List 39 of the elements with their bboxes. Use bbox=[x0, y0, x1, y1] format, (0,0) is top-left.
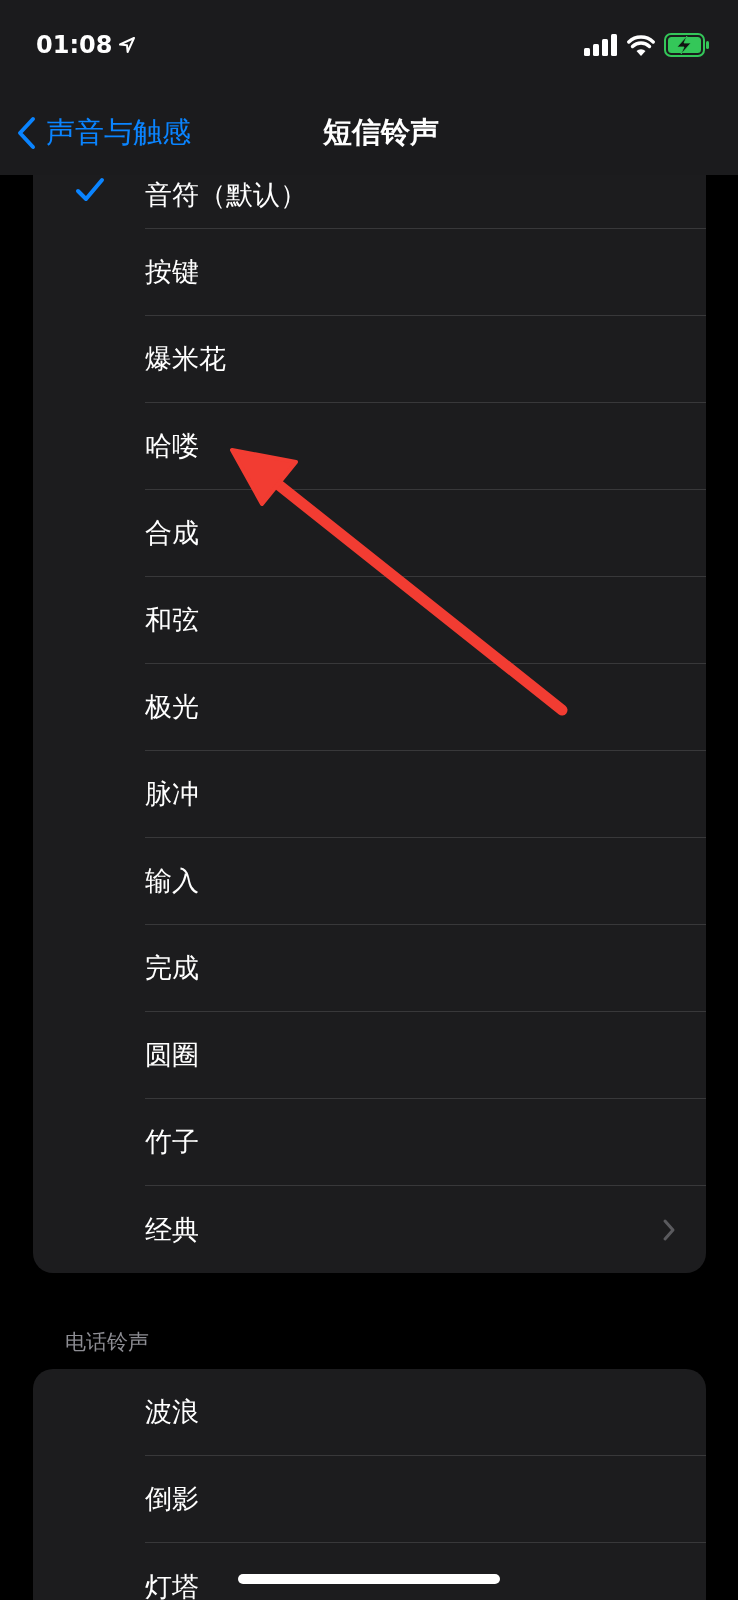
tone-row[interactable]: 灯塔 bbox=[33, 1543, 706, 1600]
tone-label: 倒影 bbox=[145, 1482, 199, 1516]
tone-row[interactable]: 极光 bbox=[33, 664, 706, 751]
tone-row[interactable]: 输入 bbox=[33, 838, 706, 925]
tone-label: 合成 bbox=[145, 516, 199, 550]
tone-row[interactable]: 圆圈 bbox=[33, 1012, 706, 1099]
tone-row[interactable]: 经典 bbox=[33, 1186, 706, 1273]
tone-label: 爆米花 bbox=[145, 342, 226, 376]
back-chevron-icon bbox=[16, 115, 36, 150]
tone-label: 灯塔 bbox=[145, 1569, 199, 1600]
back-button[interactable]: 声音与触感 bbox=[0, 112, 191, 153]
tone-row[interactable]: 倒影 bbox=[33, 1456, 706, 1543]
tone-row[interactable]: 爆米花 bbox=[33, 316, 706, 403]
tone-row[interactable]: 脉冲 bbox=[33, 751, 706, 838]
tone-label: 和弦 bbox=[145, 603, 199, 637]
status-time: 01:08 bbox=[36, 31, 113, 59]
tone-label: 哈喽 bbox=[145, 429, 199, 463]
tone-row[interactable]: 完成 bbox=[33, 925, 706, 1012]
tone-row[interactable]: 竹子 bbox=[33, 1099, 706, 1186]
tone-label: 完成 bbox=[145, 951, 199, 985]
tone-label: 按键 bbox=[145, 255, 199, 289]
tone-label: 极光 bbox=[145, 690, 199, 724]
chevron-right-icon bbox=[662, 1217, 676, 1242]
tone-label: 输入 bbox=[145, 864, 199, 898]
tone-label: 脉冲 bbox=[145, 777, 199, 811]
signal-icon bbox=[584, 34, 618, 56]
section-header: 电话铃声 bbox=[64, 1329, 150, 1356]
nav-title: 短信铃声 bbox=[323, 113, 439, 151]
tone-row[interactable]: 按键 bbox=[33, 229, 706, 316]
location-arrow-icon bbox=[118, 36, 137, 54]
tone-row[interactable]: 波浪 bbox=[33, 1369, 706, 1456]
wifi-icon bbox=[627, 34, 655, 56]
battery-charging-icon bbox=[664, 33, 710, 57]
tone-row[interactable]: 和弦 bbox=[33, 577, 706, 664]
tone-label: 圆圈 bbox=[145, 1038, 199, 1072]
tone-label: 音符（默认） bbox=[145, 178, 307, 212]
tone-label: 波浪 bbox=[145, 1395, 199, 1429]
tone-label: 经典 bbox=[145, 1212, 199, 1247]
tone-label: 竹子 bbox=[145, 1125, 199, 1159]
